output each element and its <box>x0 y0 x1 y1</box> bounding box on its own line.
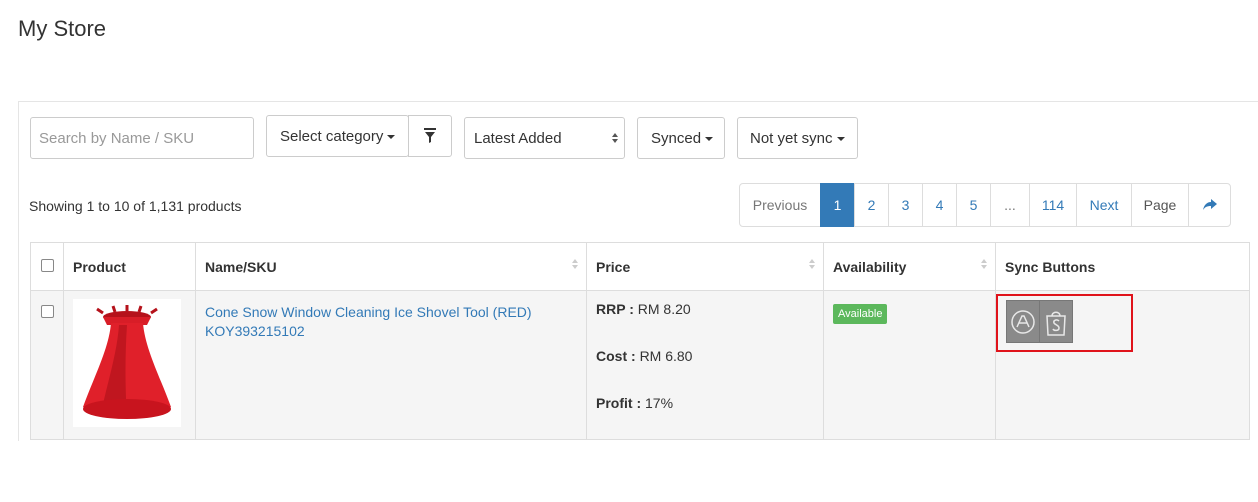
synced-dropdown-label: Synced <box>651 129 702 147</box>
rrp-line: RRP : RM 8.20 <box>587 301 823 317</box>
profit-label: Profit : <box>596 395 642 411</box>
pagination-page-4[interactable]: 4 <box>922 183 957 227</box>
row-checkbox[interactable] <box>40 305 54 318</box>
pagination-ellipsis: ... <box>990 183 1030 227</box>
sort-select-value: Latest Added <box>474 129 562 147</box>
price-cell: RRP : RM 8.20 Cost : RM 6.80 Profit : 17… <box>586 290 824 440</box>
header-price-label: Price <box>596 258 631 275</box>
header-price[interactable]: Price <box>586 242 824 291</box>
profit-line: Profit : 17% <box>587 395 823 411</box>
search-box[interactable] <box>30 117 254 159</box>
results-count: Showing 1 to 10 of 1,131 products <box>29 198 242 214</box>
category-dropdown[interactable]: Select category <box>266 115 409 157</box>
cone-ice-scraper-image[interactable] <box>73 299 181 427</box>
availability-badge: Available <box>833 304 888 324</box>
pagination-previous[interactable]: Previous <box>739 183 821 227</box>
header-name-sku[interactable]: Name/SKU <box>195 242 587 291</box>
caret-down-icon <box>836 137 845 141</box>
sort-icon <box>572 259 578 269</box>
product-name-link[interactable]: Cone Snow Window Cleaning Ice Shovel Too… <box>196 301 586 323</box>
product-name-cell: Cone Snow Window Cleaning Ice Shovel Too… <box>195 290 587 440</box>
page-jump-label: Page <box>1131 183 1189 227</box>
row-select-cell <box>30 290 64 440</box>
not-synced-dropdown[interactable]: Not yet sync <box>737 117 858 159</box>
header-product: Product <box>63 242 196 291</box>
header-availability-label: Availability <box>833 258 907 275</box>
pagination-page-2[interactable]: 2 <box>854 183 889 227</box>
select-arrows-icon <box>612 133 618 143</box>
cost-line: Cost : RM 6.80 <box>587 348 823 364</box>
lazada-sync-button[interactable] <box>1006 300 1040 343</box>
cost-value: RM 6.80 <box>639 348 693 364</box>
table-header-row: Product Name/SKU Price Availability Sync… <box>30 242 1250 291</box>
filter-icon <box>424 128 436 143</box>
header-sync-label: Sync Buttons <box>1005 258 1096 275</box>
sort-select[interactable]: Latest Added <box>464 117 625 159</box>
filter-button[interactable] <box>408 115 452 157</box>
rrp-label: RRP : <box>596 301 634 317</box>
profit-value: 17% <box>645 395 674 411</box>
category-dropdown-label: Select category <box>280 127 384 145</box>
page-title: My Store <box>18 16 107 41</box>
not-synced-dropdown-label: Not yet sync <box>750 129 833 147</box>
pagination-next[interactable]: Next <box>1076 183 1132 227</box>
caret-down-icon <box>387 135 396 139</box>
shopee-sync-button[interactable] <box>1039 300 1073 343</box>
header-name-sku-label: Name/SKU <box>205 258 277 275</box>
pagination-page-last[interactable]: 114 <box>1029 183 1077 227</box>
select-all-checkbox[interactable] <box>40 258 54 272</box>
caret-down-icon <box>705 137 714 141</box>
sort-icon <box>981 259 987 269</box>
pagination-page-5[interactable]: 5 <box>956 183 991 227</box>
search-input[interactable] <box>39 129 253 147</box>
availability-cell: Available <box>823 290 996 440</box>
header-product-label: Product <box>73 258 126 275</box>
page-jump-button[interactable] <box>1188 183 1231 227</box>
rrp-value: RM 8.20 <box>637 301 691 317</box>
product-sku[interactable]: KOY393215102 <box>196 323 586 339</box>
product-image-cell <box>63 290 196 440</box>
pagination: Previous 1 2 3 4 5 ... 114 Next Page <box>739 183 1231 227</box>
header-availability[interactable]: Availability <box>823 242 996 291</box>
lazada-sync-icon <box>1011 309 1035 334</box>
select-all-cell <box>30 242 64 291</box>
sort-icon <box>809 259 815 269</box>
header-sync-buttons: Sync Buttons <box>995 242 1250 291</box>
cost-label: Cost : <box>596 348 636 364</box>
shopee-sync-icon <box>1046 311 1066 336</box>
share-arrow-icon <box>1202 199 1217 210</box>
synced-dropdown[interactable]: Synced <box>637 117 725 159</box>
pagination-page-3[interactable]: 3 <box>888 183 923 227</box>
pagination-page-1[interactable]: 1 <box>820 183 855 227</box>
